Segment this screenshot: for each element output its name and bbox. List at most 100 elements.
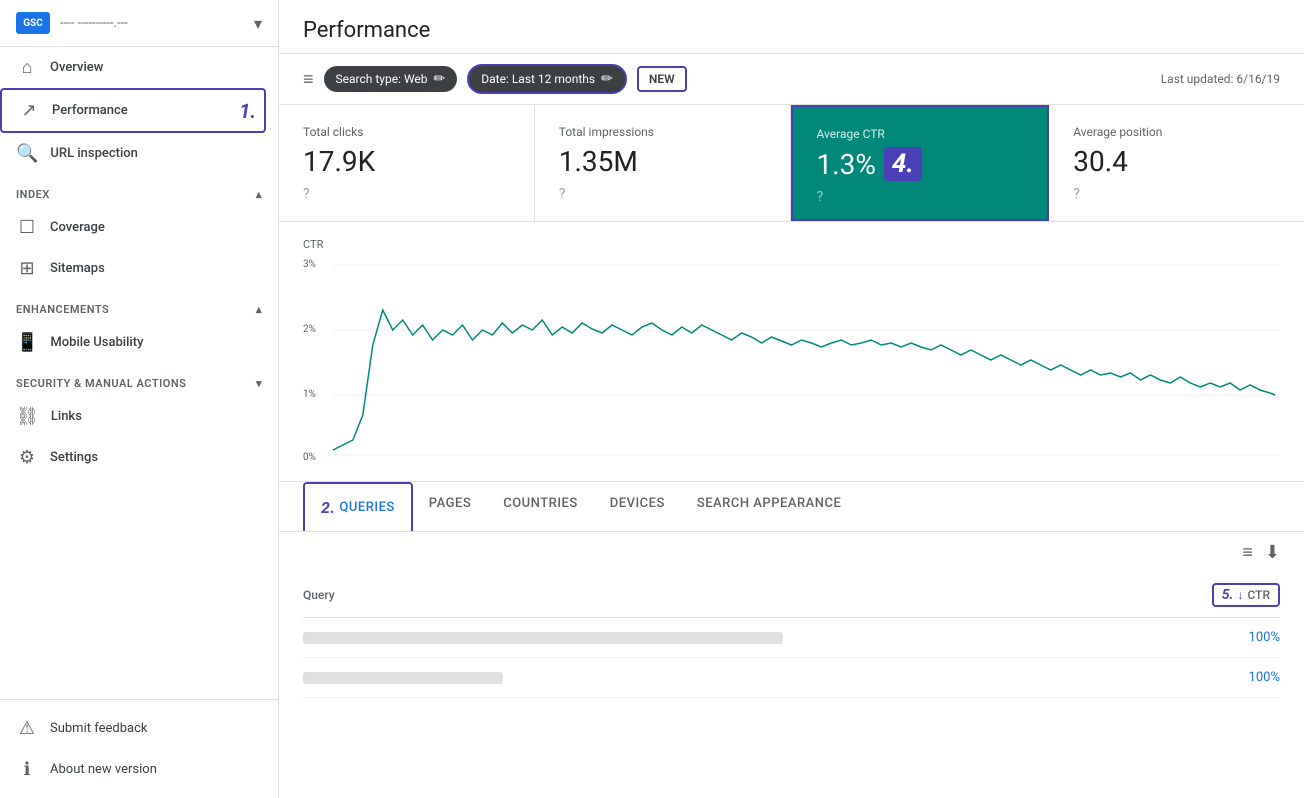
tab-label: COUNTRIES [503, 496, 578, 511]
sidebar-item-coverage[interactable]: ☐ Coverage [0, 207, 266, 248]
gear-icon: ⚙ [16, 447, 38, 468]
info-icon: ℹ [16, 759, 38, 780]
metric-label: Average position [1073, 125, 1280, 139]
main-content: Performance ≡ Search type: Web ✏ Date: L… [279, 0, 1304, 798]
chart-container: 3% 2% 1% 0% 6/17/18 7/28/18 9/7/18 10/17… [303, 255, 1280, 465]
mobile-icon: 📱 [16, 332, 38, 353]
help-icon[interactable]: ? [1073, 186, 1280, 202]
home-icon: ⌂ [16, 57, 38, 78]
tab-pages[interactable]: PAGES [413, 482, 487, 531]
sidebar-item-label: Performance [52, 103, 128, 118]
table-section: ≡ ⬇ Query 5. ↓ CTR 100% 100% [279, 532, 1304, 698]
metric-label: Total impressions [559, 125, 766, 139]
tab-label: DEVICES [610, 496, 665, 511]
metric-total-impressions: Total impressions 1.35M ? [535, 105, 791, 221]
sidebar-item-settings[interactable]: ⚙ Settings [0, 437, 266, 478]
sidebar-item-label: Submit feedback [50, 721, 147, 736]
sidebar-item-label: Mobile Usability [50, 335, 143, 350]
document-icon: ☐ [16, 217, 38, 238]
metric-value: 30.4 [1073, 145, 1280, 178]
sidebar-item-sitemaps[interactable]: ⊞ Sitemaps [0, 248, 266, 289]
index-section-header[interactable]: Index ▴ [0, 174, 278, 207]
search-type-chip[interactable]: Search type: Web ✏ [324, 66, 458, 92]
chevron-down-icon[interactable]: ▾ [254, 14, 262, 33]
help-icon[interactable]: ? [303, 186, 510, 202]
annotation-2: 2. [321, 498, 335, 517]
chart-y-label: CTR [303, 238, 1280, 251]
metric-value: 17.9K [303, 145, 510, 178]
sidebar-item-performance[interactable]: ↗ Performance 1. [0, 88, 266, 133]
last-updated-text: Last updated: 6/16/19 [1161, 72, 1280, 86]
sidebar-item-label: URL inspection [50, 146, 138, 161]
page-title: Performance [279, 0, 1304, 54]
tab-label: PAGES [429, 496, 471, 511]
sidebar: GSC ---- ----------.--- ▾ ⌂ Overview ↗ P… [0, 0, 279, 798]
metric-average-ctr: Average CTR 1.3% 4. ? [791, 105, 1050, 221]
download-icon[interactable]: ⬇ [1265, 542, 1280, 563]
search-type-label: Search type: Web [336, 72, 428, 86]
sidebar-item-mobile-usability[interactable]: 📱 Mobile Usability [0, 322, 266, 363]
sidebar-item-url-inspection[interactable]: 🔍 URL inspection [0, 133, 266, 174]
metric-average-position: Average position 30.4 ? [1049, 105, 1304, 221]
tab-queries[interactable]: 2. QUERIES [303, 482, 413, 531]
chart-area: CTR 3% 2% 1% 0% 6/17/18 7/28/18 9/7/18 1 [279, 222, 1304, 482]
tab-devices[interactable]: DEVICES [594, 482, 681, 531]
metric-total-clicks: Total clicks 17.9K ? [279, 105, 535, 221]
ctr-value: 100% [1230, 630, 1280, 645]
table-row: 100% [303, 618, 1280, 658]
filter-icon[interactable]: ≡ [303, 69, 314, 90]
help-icon[interactable]: ? [559, 186, 766, 202]
ctr-col-label: CTR [1247, 588, 1270, 602]
sidebar-logo[interactable]: GSC ---- ----------.--- ▾ [0, 0, 278, 47]
annotation-4: 4. [884, 147, 922, 181]
tab-search-appearance[interactable]: SEARCH APPEARANCE [681, 482, 858, 531]
tab-label: QUERIES [339, 500, 394, 515]
security-section-header[interactable]: Security & Manual Actions ▾ [0, 363, 278, 396]
table-toolbar: ≡ ⬇ [303, 532, 1280, 573]
col-query-header: Query [303, 588, 1212, 602]
sidebar-item-label: Coverage [50, 220, 105, 235]
filter-bar: ≡ Search type: Web ✏ Date: Last 12 month… [279, 54, 1304, 105]
chevron-up-icon: ▴ [256, 188, 262, 201]
about-new-version-button[interactable]: ℹ About new version [0, 749, 266, 790]
chart-svg: 3% 2% 1% 0% 6/17/18 7/28/18 9/7/18 10/17… [303, 255, 1280, 465]
tab-countries[interactable]: COUNTRIES [487, 482, 594, 531]
sidebar-item-overview[interactable]: ⌂ Overview [0, 47, 266, 88]
svg-text:3%: 3% [303, 259, 316, 270]
date-chip[interactable]: Date: Last 12 months ✏ [467, 64, 627, 94]
chevron-up-icon: ▴ [256, 303, 262, 316]
svg-text:1%: 1% [303, 389, 316, 400]
main-nav: ⌂ Overview ↗ Performance 1. 🔍 URL inspec… [0, 47, 278, 478]
feedback-icon: ⚠ [16, 718, 38, 739]
annotation-5-wrapper: 5. ↓ CTR [1212, 583, 1280, 607]
metrics-row: Total clicks 17.9K ? Total impressions 1… [279, 105, 1304, 222]
annotation-5: 5. [1222, 587, 1234, 603]
filter-lines-icon[interactable]: ≡ [1242, 542, 1253, 563]
enhancements-section-header[interactable]: Enhancements ▴ [0, 289, 278, 322]
svg-text:2%: 2% [303, 324, 316, 335]
metric-value: 1.3% 4. [817, 147, 1024, 181]
new-badge-button[interactable]: NEW [643, 70, 681, 88]
svg-text:0%: 0% [303, 452, 316, 463]
sort-down-icon: ↓ [1237, 588, 1243, 602]
annotation-1: 1. [239, 99, 256, 123]
sidebar-item-label: Overview [50, 60, 103, 75]
edit-icon: ✏ [434, 71, 446, 87]
help-icon[interactable]: ? [817, 189, 1024, 205]
sidebar-item-links[interactable]: ⛓ Links [0, 396, 266, 437]
metric-label: Total clicks [303, 125, 510, 139]
new-badge-wrapper: NEW [637, 66, 687, 92]
query-text-placeholder [303, 632, 783, 644]
sidebar-item-label: About new version [50, 762, 157, 777]
tabs-bar: 2. QUERIES PAGES COUNTRIES DEVICES SEARC… [279, 482, 1304, 532]
edit-icon: ✏ [601, 71, 613, 87]
chart-line [333, 310, 1275, 450]
sidebar-item-label: Settings [50, 450, 98, 465]
site-name: ---- ----------.--- [60, 16, 244, 31]
tab-label: SEARCH APPEARANCE [697, 496, 842, 511]
trending-up-icon: ↗ [18, 100, 40, 121]
table-header: Query 5. ↓ CTR [303, 573, 1280, 618]
table-row: 100% [303, 658, 1280, 698]
submit-feedback-button[interactable]: ⚠ Submit feedback [0, 708, 266, 749]
grid-icon: ⊞ [16, 258, 38, 279]
